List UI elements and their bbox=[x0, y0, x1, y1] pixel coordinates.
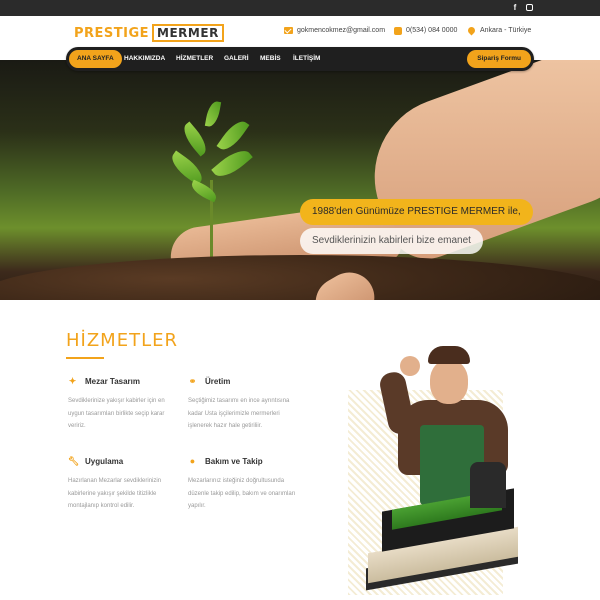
service-desc: Seçtiğimiz tasarımı en ince ayrıntısına … bbox=[188, 398, 290, 429]
link-icon: ⚭ bbox=[188, 376, 197, 386]
facebook-icon[interactable]: f bbox=[510, 3, 520, 13]
worker-face bbox=[430, 360, 468, 404]
nav-item-galeri[interactable]: GALERİ bbox=[224, 47, 249, 71]
phone-icon bbox=[393, 26, 402, 35]
logo[interactable]: PRESTIGE MERMER bbox=[74, 24, 224, 42]
wrench-icon: 🔧︎ bbox=[68, 456, 80, 466]
social-bar: f bbox=[0, 0, 600, 16]
service-card-maintenance: ● Bakım ve Takip Mezarlarınız isteğiniz … bbox=[188, 457, 298, 513]
order-form-button[interactable]: Sipariş Formu bbox=[467, 50, 531, 68]
seedling-leaf bbox=[188, 179, 220, 203]
service-desc: Sevdiklerinize yakışır kabirler için en … bbox=[68, 398, 165, 429]
service-title: Mezar Tasarım bbox=[85, 377, 140, 386]
worker-hand bbox=[400, 356, 420, 376]
nav-item-hizmetler[interactable]: HİZMETLER bbox=[176, 47, 213, 71]
services-title: HİZMETLER bbox=[66, 330, 178, 351]
service-card-application: 🔧︎ Uygulama Hazırlanan Mezarlar sevdikle… bbox=[68, 457, 178, 513]
hero-soil bbox=[0, 255, 600, 300]
seedling-leaf bbox=[204, 100, 222, 128]
seedling-leaf bbox=[211, 144, 253, 183]
service-title: Uygulama bbox=[85, 457, 124, 466]
map-pin-icon bbox=[466, 25, 477, 36]
title-underline bbox=[66, 357, 104, 359]
seedling-leaf bbox=[216, 116, 250, 155]
instagram-icon[interactable] bbox=[524, 3, 534, 13]
service-card-production: ⚭ Üretim Seçtiğimiz tasarımı en ince ayr… bbox=[188, 377, 298, 433]
envelope-icon bbox=[284, 26, 293, 35]
user-icon: ● bbox=[189, 456, 196, 466]
service-title: Üretim bbox=[205, 377, 231, 386]
contact-location: Ankara - Türkiye bbox=[466, 25, 532, 36]
hero-slogan-line-1: 1988'den Günümüze PRESTIGE MERMER ile, bbox=[300, 199, 533, 225]
contact-phone[interactable]: 0(534) 084 0000 bbox=[393, 26, 457, 35]
main-nav: ANA SAYFA HAKKIMIZDA HİZMETLER GALERİ ME… bbox=[66, 47, 534, 71]
contact-email[interactable]: gokmencokmez@gmail.com bbox=[284, 26, 385, 35]
service-desc: Hazırlanan Mezarlar sevdiklerinizin kabi… bbox=[68, 478, 162, 509]
nav-item-ana-sayfa[interactable]: ANA SAYFA bbox=[69, 50, 122, 68]
hero-slogan-line-2: Sevdiklerinizin kabirleri bize emanet bbox=[300, 228, 483, 254]
hero-banner: 1988'den Günümüze PRESTIGE MERMER ile, S… bbox=[0, 60, 600, 300]
email-text: gokmencokmez@gmail.com bbox=[297, 27, 386, 34]
logo-word-2: MERMER bbox=[152, 24, 224, 42]
worker-cap bbox=[428, 346, 470, 364]
tomb-headstone bbox=[470, 462, 506, 508]
service-title: Bakım ve Takip bbox=[205, 457, 263, 466]
service-card-design: ✦ Mezar Tasarım Sevdiklerinize yakışır k… bbox=[68, 377, 178, 433]
seedling-leaf bbox=[178, 121, 212, 157]
phone-text: 0(534) 084 0000 bbox=[406, 27, 458, 34]
service-desc: Mezarlarınız isteğiniz doğrultusunda düz… bbox=[188, 478, 296, 509]
nav-item-iletisim[interactable]: İLETİŞİM bbox=[293, 47, 320, 71]
nav-item-hakkimizda[interactable]: HAKKIMIZDA bbox=[124, 47, 165, 71]
wand-icon: ✦ bbox=[68, 376, 77, 386]
location-text: Ankara - Türkiye bbox=[480, 27, 532, 34]
logo-word-1: PRESTIGE bbox=[74, 25, 150, 41]
nav-item-mebis[interactable]: MEBİS bbox=[260, 47, 281, 71]
